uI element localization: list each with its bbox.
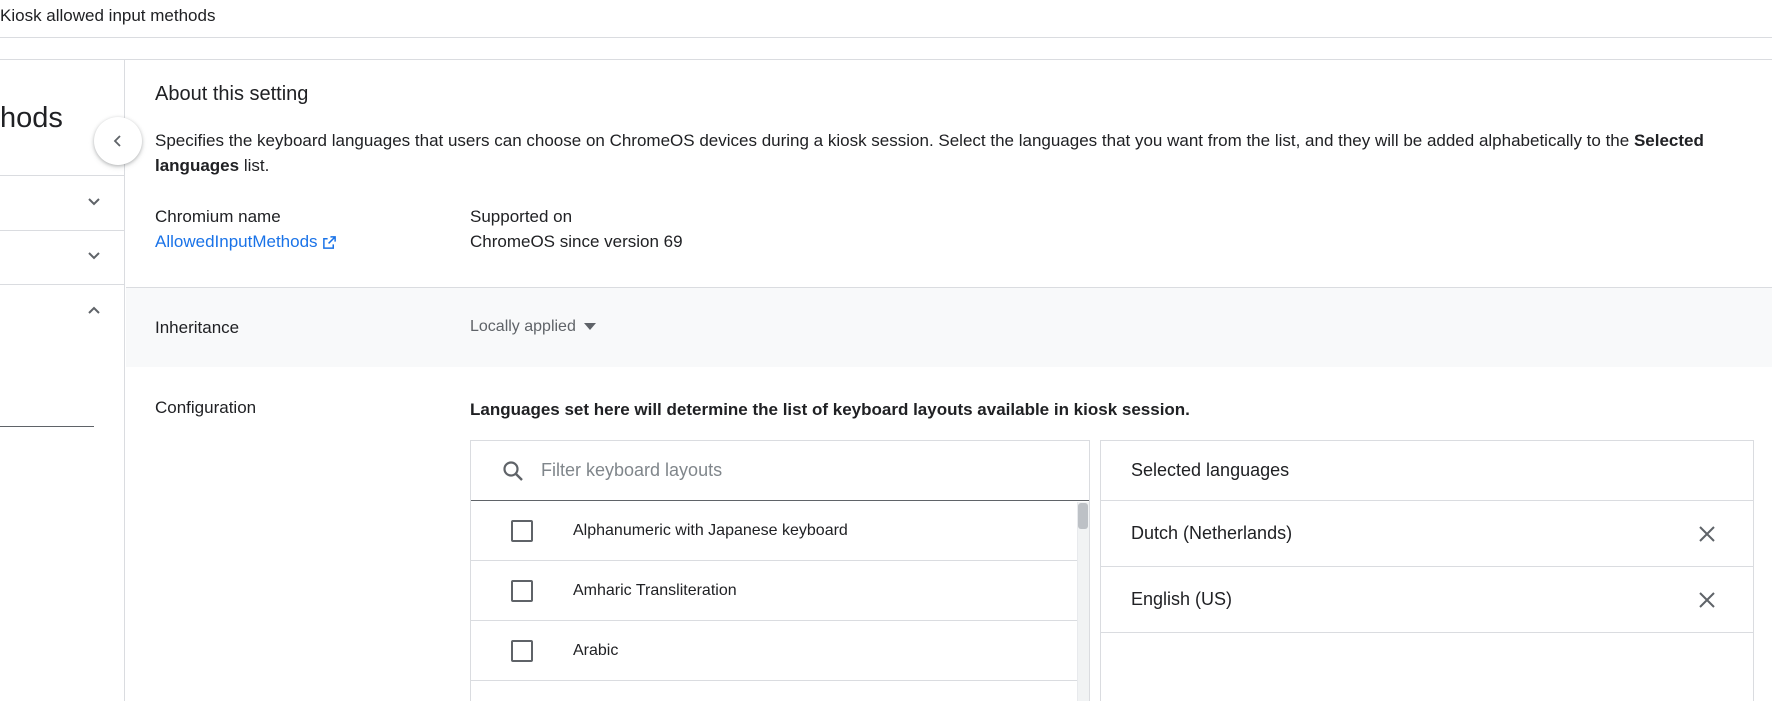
about-title: About this setting (155, 83, 309, 105)
inheritance-label: Inheritance (155, 318, 240, 337)
inheritance-row: Inheritance Locally applied (126, 287, 1772, 367)
sidebar-divider (0, 175, 125, 176)
remove-language-button[interactable] (1695, 588, 1719, 612)
selected-languages-list: Selected languages Dutch (Netherlands) E… (1100, 440, 1754, 701)
header-divider (0, 37, 1772, 38)
layout-label: Arabic (573, 641, 619, 659)
close-icon (1699, 591, 1715, 608)
remove-language-button[interactable] (1695, 522, 1719, 546)
sidebar-field-underline (0, 426, 94, 427)
external-link-icon (322, 235, 336, 249)
chromium-name-value: AllowedInputMethods (155, 232, 318, 251)
filter-row (471, 441, 1089, 501)
filter-keyboard-layouts-input[interactable] (541, 460, 1041, 481)
list-item[interactable]: Arabic (471, 621, 1077, 681)
layout-label: Amharic Transliteration (573, 581, 737, 599)
collapse-panel-button[interactable] (94, 117, 142, 165)
checkbox[interactable] (511, 519, 533, 542)
sidebar-divider (0, 230, 125, 231)
description-text: Specifies the keyboard languages that us… (155, 131, 1634, 150)
checkbox[interactable] (511, 639, 533, 662)
chevron-left-icon (113, 135, 121, 147)
list-item: English (US) (1101, 567, 1753, 633)
inheritance-dropdown[interactable]: Locally applied (470, 318, 596, 336)
chevron-up-icon[interactable] (84, 300, 104, 320)
selected-language-label: Dutch (Netherlands) (1131, 523, 1293, 543)
selected-language-label: English (US) (1131, 589, 1233, 609)
list-item: Dutch (Netherlands) (1101, 501, 1753, 567)
scrollbar-track[interactable] (1077, 502, 1089, 701)
page-title: Kiosk allowed input methods (0, 6, 216, 25)
selected-languages-header: Selected languages (1101, 441, 1753, 501)
scrollbar-thumb[interactable] (1078, 503, 1088, 529)
chevron-down-icon[interactable] (84, 246, 104, 266)
about-description: Specifies the keyboard languages that us… (155, 128, 1755, 178)
configuration-label: Configuration (155, 398, 257, 417)
chromium-name-label: Chromium name (155, 207, 281, 226)
list-item[interactable]: Amharic Transliteration (471, 561, 1077, 621)
description-end: list. (239, 156, 270, 175)
supported-on-value: ChromeOS since version 69 (470, 232, 683, 251)
list-item[interactable]: Alphanumeric with Japanese keyboard (471, 501, 1077, 561)
layout-label: Alphanumeric with Japanese keyboard (573, 521, 848, 539)
caret-down-icon (583, 323, 596, 330)
keyboard-layouts-list: Alphanumeric with Japanese keyboard Amha… (470, 440, 1090, 701)
setting-details: About this setting Specifies the keyboar… (126, 60, 1772, 701)
sidebar-heading: hods (0, 102, 63, 134)
chevron-down-icon[interactable] (84, 192, 104, 212)
sidebar-divider (0, 284, 125, 285)
inheritance-value: Locally applied (470, 318, 576, 335)
supported-on-label: Supported on (470, 207, 573, 226)
checkbox[interactable] (511, 579, 533, 602)
chromium-name-link[interactable]: AllowedInputMethods (155, 232, 337, 252)
search-icon (503, 460, 523, 481)
configuration-note: Languages set here will determine the li… (470, 400, 1190, 419)
close-icon (1699, 525, 1715, 542)
